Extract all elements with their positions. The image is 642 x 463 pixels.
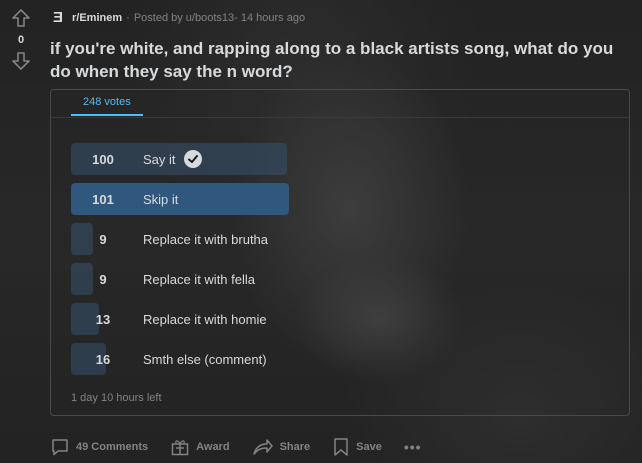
post-header: Ǝ r/Eminem · Posted by u/boots13 - 14 ho… bbox=[50, 9, 305, 27]
poll-option-count: 100 bbox=[92, 151, 114, 167]
check-icon bbox=[183, 150, 202, 168]
poll-header: 248 votes bbox=[51, 90, 629, 118]
post-time[interactable]: 14 hours ago bbox=[241, 12, 305, 24]
poll-option: 9 Replace it with fella bbox=[71, 263, 611, 295]
poll-option-label: Skip it bbox=[143, 191, 179, 207]
post-score: 0 bbox=[17, 34, 25, 46]
poll-option: 9 Replace it with brutha bbox=[71, 223, 611, 255]
poll-option-label: Replace it with fella bbox=[143, 271, 255, 287]
poll-option-count: 101 bbox=[92, 191, 114, 207]
poll-option-label: Replace it with homie bbox=[143, 311, 267, 327]
poll-option-count: 16 bbox=[95, 351, 111, 367]
subreddit-icon[interactable]: Ǝ bbox=[50, 10, 66, 26]
save-label: Save bbox=[356, 441, 382, 453]
upvote-icon[interactable] bbox=[11, 8, 31, 28]
comment-icon bbox=[52, 439, 68, 456]
save-button[interactable]: Save bbox=[332, 437, 382, 457]
vote-column: 0 bbox=[8, 8, 34, 71]
gift-icon bbox=[171, 440, 189, 456]
post-title[interactable]: if you're white, and rapping along to a … bbox=[50, 37, 630, 83]
poll-options: 100 Say it 101 Skip it 9 Replace it with… bbox=[71, 143, 611, 383]
separator-dash: - bbox=[234, 12, 241, 24]
poll-option: 100 Say it bbox=[71, 143, 611, 175]
poll-option-label: Smth else (comment) bbox=[143, 351, 267, 367]
poll-option-count: 9 bbox=[99, 271, 107, 287]
poll-time-left: 1 day 10 hours left bbox=[71, 392, 162, 404]
poll-option: 101 Skip it bbox=[71, 183, 611, 215]
award-label: Award bbox=[196, 441, 230, 453]
separator-dot: · bbox=[126, 12, 130, 24]
poll-option-label: Replace it with brutha bbox=[143, 231, 269, 247]
total-votes: 248 votes bbox=[71, 96, 143, 116]
comments-label: 49 Comments bbox=[76, 441, 149, 453]
award-button[interactable]: Award bbox=[170, 437, 230, 457]
more-icon: ••• bbox=[403, 439, 422, 455]
downvote-icon[interactable] bbox=[11, 51, 31, 71]
post-actions: 49 Comments Award Share Save ••• bbox=[50, 434, 444, 460]
poll-option-count: 13 bbox=[95, 311, 111, 327]
share-label: Share bbox=[279, 441, 311, 453]
poll-option-label: Say it bbox=[143, 151, 176, 167]
share-icon bbox=[252, 439, 273, 455]
bookmark-icon bbox=[334, 438, 348, 456]
share-button[interactable]: Share bbox=[252, 437, 311, 457]
poll-option: 13 Replace it with homie bbox=[71, 303, 611, 335]
poll: 248 votes 100 Say it 101 Skip it 9 Repla… bbox=[50, 89, 630, 416]
posted-by[interactable]: Posted by u/boots13 bbox=[134, 12, 234, 24]
poll-option-count: 9 bbox=[99, 231, 107, 247]
poll-option: 16 Smth else (comment) bbox=[71, 343, 611, 375]
subreddit-link[interactable]: r/Eminem bbox=[72, 12, 122, 24]
comments-button[interactable]: 49 Comments bbox=[50, 437, 148, 457]
more-options-button[interactable]: ••• bbox=[404, 439, 422, 455]
